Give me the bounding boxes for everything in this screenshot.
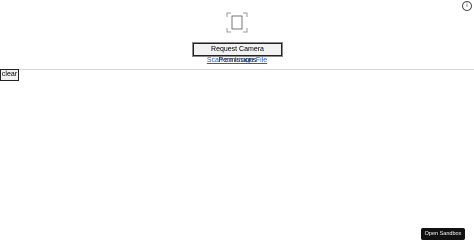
- qr-scanner-region: Request Camera Permissions Scan an Image…: [0, 0, 474, 70]
- request-camera-permissions-button[interactable]: Request Camera Permissions: [192, 42, 283, 64]
- camera-viewfinder-icon: [226, 12, 248, 33]
- page: i Request Camera Permissions Scan an Ima…: [0, 0, 474, 248]
- clear-button[interactable]: clear: [0, 69, 19, 81]
- open-sandbox-button[interactable]: Open Sandbox: [421, 228, 465, 240]
- scan-image-file-link[interactable]: Scan an Image File: [0, 56, 474, 65]
